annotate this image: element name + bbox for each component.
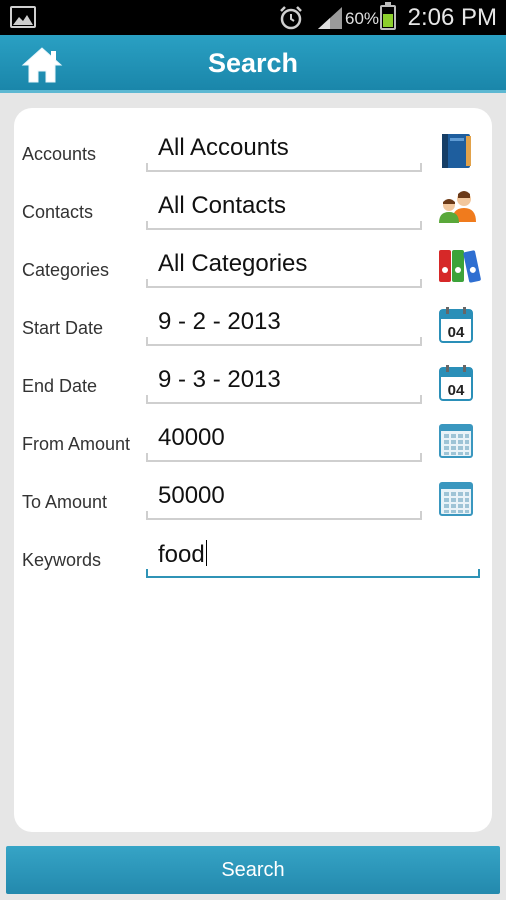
keywords-text: food — [158, 541, 205, 568]
keywords-label: Keywords — [22, 550, 102, 570]
to-amount-label: To Amount — [22, 492, 108, 512]
accounts-row: Accounts All Accounts — [14, 116, 492, 174]
start-date-label: Start Date — [22, 318, 104, 338]
battery-icon — [380, 2, 396, 30]
end-date-row: End Date 9 - 3 - 2013 04 — [14, 348, 492, 406]
categories-label: Categories — [22, 260, 110, 280]
status-bar: 60% 2:06 PM — [0, 0, 506, 35]
from-amount-row: From Amount 40000 — [14, 406, 492, 464]
start-date-row: Start Date 9 - 2 - 2013 04 — [14, 290, 492, 348]
to-amount-row: To Amount 50000 — [14, 464, 492, 522]
end-date-value: 9 - 3 - 2013 — [158, 366, 281, 393]
search-button[interactable]: Search — [6, 846, 500, 894]
categories-value: All Categories — [158, 250, 308, 277]
keywords-input[interactable]: food — [146, 530, 480, 578]
book-icon[interactable] — [438, 132, 474, 170]
app-header: Search — [0, 35, 506, 93]
text-cursor — [205, 540, 207, 566]
contacts-value: All Contacts — [158, 192, 287, 219]
signal-icon — [318, 7, 342, 34]
to-amount-field[interactable]: 50000 — [146, 472, 422, 520]
from-amount-label: From Amount — [22, 434, 131, 454]
battery-percent: 60% — [345, 9, 380, 28]
accounts-field[interactable]: All Accounts — [146, 124, 422, 172]
calendar-day: 04 — [448, 382, 465, 399]
gallery-icon — [10, 6, 36, 28]
calendar-day: 04 — [448, 324, 465, 341]
calculator-icon[interactable] — [438, 422, 474, 460]
to-amount-value: 50000 — [158, 482, 225, 509]
clock: 2:06 PM — [407, 4, 497, 31]
start-date-value: 9 - 2 - 2013 — [158, 308, 281, 335]
categories-field[interactable]: All Categories — [146, 240, 422, 288]
from-amount-value: 40000 — [158, 424, 225, 451]
binders-icon[interactable] — [438, 248, 481, 286]
end-date-field[interactable]: 9 - 3 - 2013 — [146, 356, 422, 404]
alarm-icon — [278, 5, 304, 36]
keywords-value: food — [158, 540, 207, 569]
keywords-row: Keywords food — [14, 522, 492, 580]
contacts-icon[interactable] — [438, 190, 476, 228]
end-date-label: End Date — [22, 376, 98, 396]
search-form-card: Accounts All Accounts Contacts All Conta… — [14, 108, 492, 832]
calendar-icon[interactable]: 04 — [438, 306, 474, 344]
contacts-field[interactable]: All Contacts — [146, 182, 422, 230]
from-amount-field[interactable]: 40000 — [146, 414, 422, 462]
categories-row: Categories All Categories — [14, 232, 492, 290]
contacts-label: Contacts — [22, 202, 94, 222]
start-date-field[interactable]: 9 - 2 - 2013 — [146, 298, 422, 346]
accounts-value: All Accounts — [158, 134, 289, 161]
contacts-row: Contacts All Contacts — [14, 174, 492, 232]
calculator-icon[interactable] — [438, 480, 474, 518]
page-title: Search — [207, 48, 299, 78]
calendar-icon[interactable]: 04 — [438, 364, 474, 402]
accounts-label: Accounts — [22, 144, 97, 164]
